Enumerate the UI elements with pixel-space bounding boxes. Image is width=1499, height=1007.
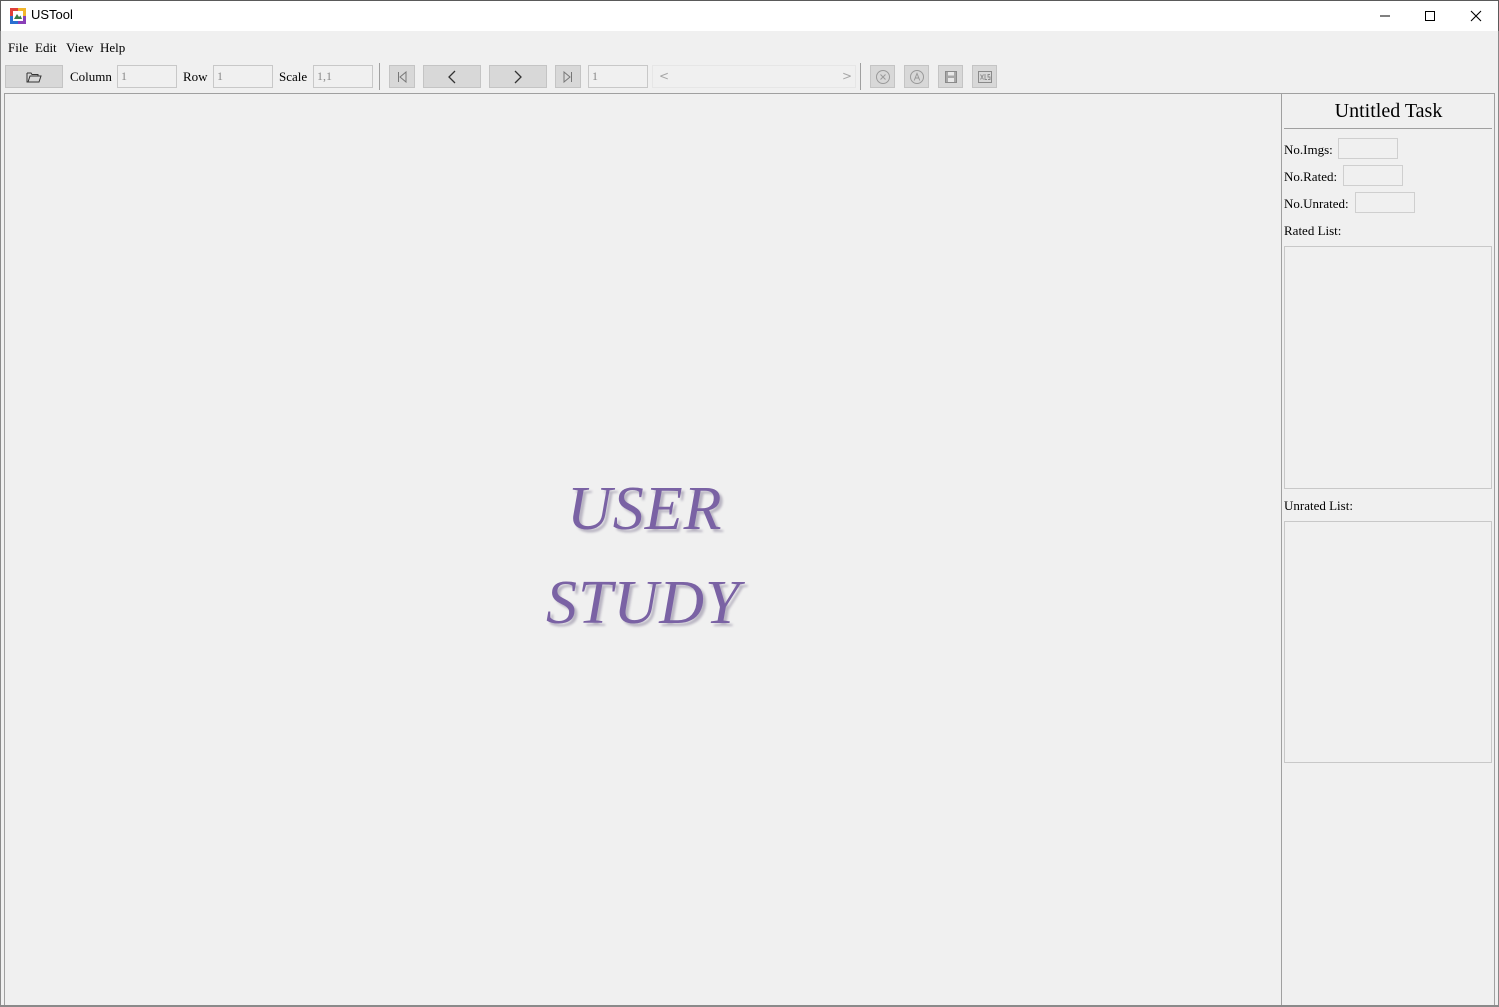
row-input[interactable] — [213, 65, 273, 88]
close-button[interactable] — [1453, 1, 1499, 31]
clear-icon — [875, 69, 890, 84]
page-input[interactable] — [588, 65, 648, 88]
save-icon — [944, 70, 957, 83]
menu-view[interactable]: View — [66, 40, 93, 56]
menu-help[interactable]: Help — [100, 40, 125, 56]
image-canvas[interactable]: USER STUDY — [4, 93, 1282, 1006]
scale-label: Scale — [279, 69, 308, 84]
auto-button[interactable] — [904, 65, 929, 88]
prev-icon — [448, 70, 456, 83]
no-imgs-field — [1338, 138, 1398, 159]
logo-study-text: STUDY — [546, 569, 741, 637]
no-unrated-label: No.Unrated: — [1284, 196, 1349, 211]
task-title: Untitled Task — [1334, 100, 1443, 122]
window-title: USTool — [31, 7, 73, 22]
column-label: Column — [70, 69, 112, 84]
no-rated-label: No.Rated: — [1284, 169, 1338, 184]
page-scrollbar[interactable]: < > — [652, 65, 856, 88]
column-input[interactable] — [117, 65, 177, 88]
unrated-list-label: Unrated List: — [1284, 498, 1353, 513]
task-panel: Untitled Task No.Imgs: No.Rated: No.Unra… — [1282, 93, 1495, 1006]
export-xls-button[interactable] — [972, 65, 997, 88]
no-imgs-label: No.Imgs: — [1284, 142, 1333, 157]
unrated-list[interactable] — [1284, 521, 1492, 763]
rated-list[interactable] — [1284, 246, 1492, 489]
no-rated-field — [1343, 165, 1403, 186]
menu-file[interactable]: File — [8, 40, 28, 56]
menu-edit[interactable]: Edit — [35, 40, 57, 56]
prev-button[interactable] — [423, 65, 481, 88]
first-page-icon — [398, 70, 407, 83]
folder-open-icon — [26, 72, 42, 82]
clear-button[interactable] — [870, 65, 895, 88]
row-label: Row — [183, 69, 208, 84]
app-icon — [10, 8, 26, 24]
auto-icon — [909, 69, 924, 84]
maximize-button[interactable] — [1407, 1, 1453, 31]
toolbar: Column Row Scale < > — [1, 61, 1498, 92]
next-button[interactable] — [489, 65, 547, 88]
menu-bar: File Edit View Help — [1, 31, 1498, 61]
minimize-button[interactable] — [1362, 1, 1408, 31]
open-folder-button[interactable] — [5, 65, 63, 88]
title-divider — [1284, 128, 1492, 129]
scale-input[interactable] — [313, 65, 373, 88]
scroll-right-arrow[interactable]: > — [842, 69, 852, 83]
scroll-left-arrow[interactable]: < — [659, 69, 669, 83]
export-xls-icon — [977, 70, 992, 83]
rated-list-label: Rated List: — [1284, 223, 1342, 238]
close-icon — [1470, 10, 1482, 22]
last-page-button[interactable] — [555, 65, 581, 88]
title-bar: USTool — [0, 0, 1499, 31]
next-icon — [514, 70, 522, 83]
no-unrated-field — [1355, 192, 1415, 213]
logo-user-text: USER — [567, 475, 723, 543]
save-button[interactable] — [938, 65, 963, 88]
maximize-icon — [1425, 11, 1435, 21]
first-page-button[interactable] — [389, 65, 415, 88]
window-border-left — [0, 31, 1, 1007]
last-page-icon — [563, 70, 572, 83]
minimize-icon — [1380, 15, 1390, 17]
toolbar-separator — [379, 63, 380, 90]
toolbar-separator — [860, 63, 861, 90]
